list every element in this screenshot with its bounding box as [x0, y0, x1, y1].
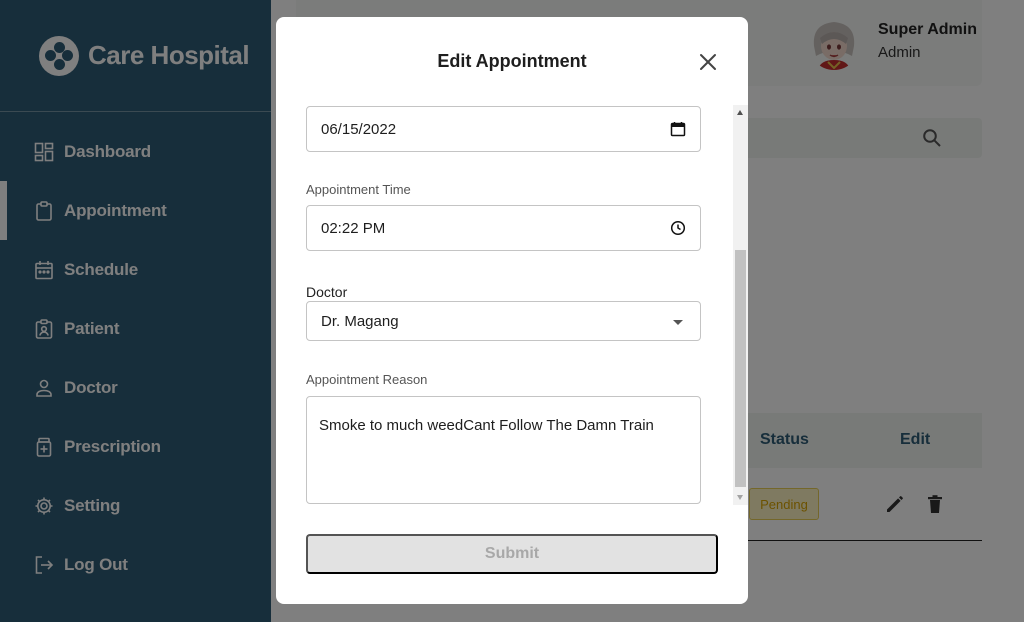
doctor-label: Doctor	[306, 284, 348, 300]
date-value: 06/15/2022	[321, 121, 397, 138]
appointment-time-label: Appointment Time	[306, 182, 411, 197]
close-icon[interactable]	[697, 51, 719, 73]
doctor-select[interactable]: Dr. Magang	[306, 301, 701, 341]
appointment-reason-textarea[interactable]: Smoke to much weedCant Follow The Damn T…	[306, 396, 701, 504]
scroll-down-arrow-icon[interactable]	[737, 495, 743, 500]
modal-scrollbar[interactable]	[733, 105, 748, 505]
submit-button[interactable]: Submit	[306, 534, 718, 574]
modal-form-body: 06/15/2022 Appointment Time 02:22 PM Doc…	[276, 105, 748, 505]
scrollbar-thumb[interactable]	[735, 250, 746, 487]
appointment-time-field[interactable]: 02:22 PM	[306, 205, 701, 251]
calendar-picker-icon[interactable]	[670, 121, 686, 137]
doctor-value: Dr. Magang	[321, 313, 399, 330]
scroll-up-arrow-icon[interactable]	[737, 110, 743, 115]
edit-appointment-modal: Edit Appointment 06/15/2022 Appointment …	[276, 17, 748, 604]
appointment-reason-label: Appointment Reason	[306, 372, 428, 387]
appointment-date-field[interactable]: 06/15/2022	[306, 106, 701, 152]
reason-value: Smoke to much weedCant Follow The Damn T…	[319, 417, 654, 434]
chevron-down-icon	[670, 314, 686, 330]
modal-title: Edit Appointment	[437, 51, 587, 71]
time-value: 02:22 PM	[321, 220, 386, 237]
clock-icon[interactable]	[670, 220, 686, 236]
